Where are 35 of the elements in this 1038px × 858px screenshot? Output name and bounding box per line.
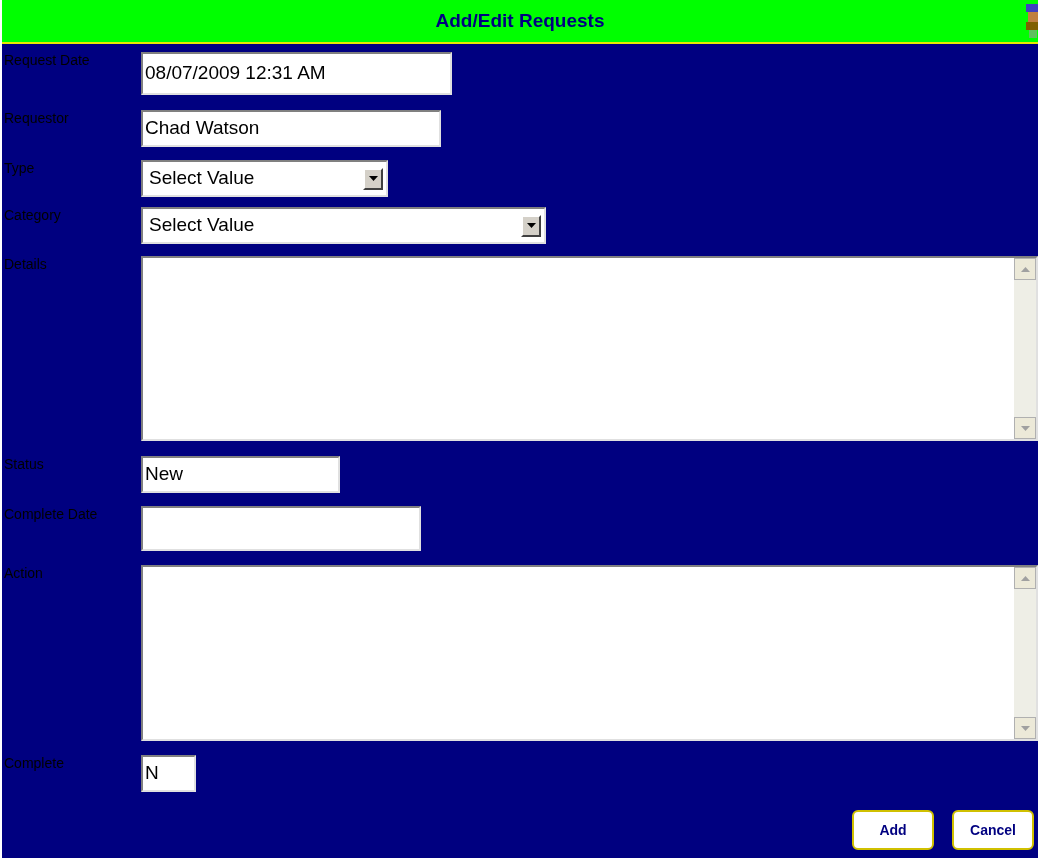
text-field[interactable]: New [141, 456, 340, 493]
text-area[interactable] [141, 565, 1038, 741]
dropdown-arrow-button[interactable] [521, 214, 541, 237]
field-label: Complete [3, 755, 65, 773]
field-label: Status [3, 456, 45, 474]
text-field[interactable]: N [141, 755, 196, 792]
caret-icon [526, 223, 536, 228]
field-label: Requestor [3, 110, 70, 128]
image-button[interactable]: Cancel [952, 810, 1034, 850]
field-label: Complete Date [3, 506, 99, 524]
field-label: Details [3, 256, 48, 274]
dropdown[interactable]: Select Value [141, 160, 388, 197]
image-button[interactable]: Add [852, 810, 934, 850]
text-field[interactable]: 08/07/2009 12:31 AM [141, 52, 452, 95]
text-field[interactable] [141, 506, 421, 551]
up-arrow-icon [1020, 266, 1030, 272]
scroll-down-button[interactable] [1014, 417, 1036, 439]
field-label: Request Date [3, 52, 91, 70]
scrollbar[interactable] [1014, 567, 1036, 739]
scroll-up-button[interactable] [1014, 567, 1036, 589]
scrollbar[interactable] [1014, 258, 1036, 439]
scroll-up-button[interactable] [1014, 258, 1036, 280]
up-arrow-icon [1020, 575, 1030, 581]
text-area[interactable] [141, 256, 1038, 441]
field-label: Category [3, 207, 62, 225]
dropdown[interactable]: Select Value [141, 207, 546, 244]
down-arrow-icon [1020, 425, 1030, 431]
field-label: Action [3, 565, 44, 583]
form-title: Add/Edit Requests [435, 8, 605, 33]
scroll-down-button[interactable] [1014, 717, 1036, 739]
text-field[interactable]: Chad Watson [141, 110, 441, 147]
caret-icon [368, 176, 378, 181]
dropdown-arrow-button[interactable] [363, 167, 383, 190]
down-arrow-icon [1020, 725, 1030, 731]
field-label: Type [3, 160, 36, 178]
